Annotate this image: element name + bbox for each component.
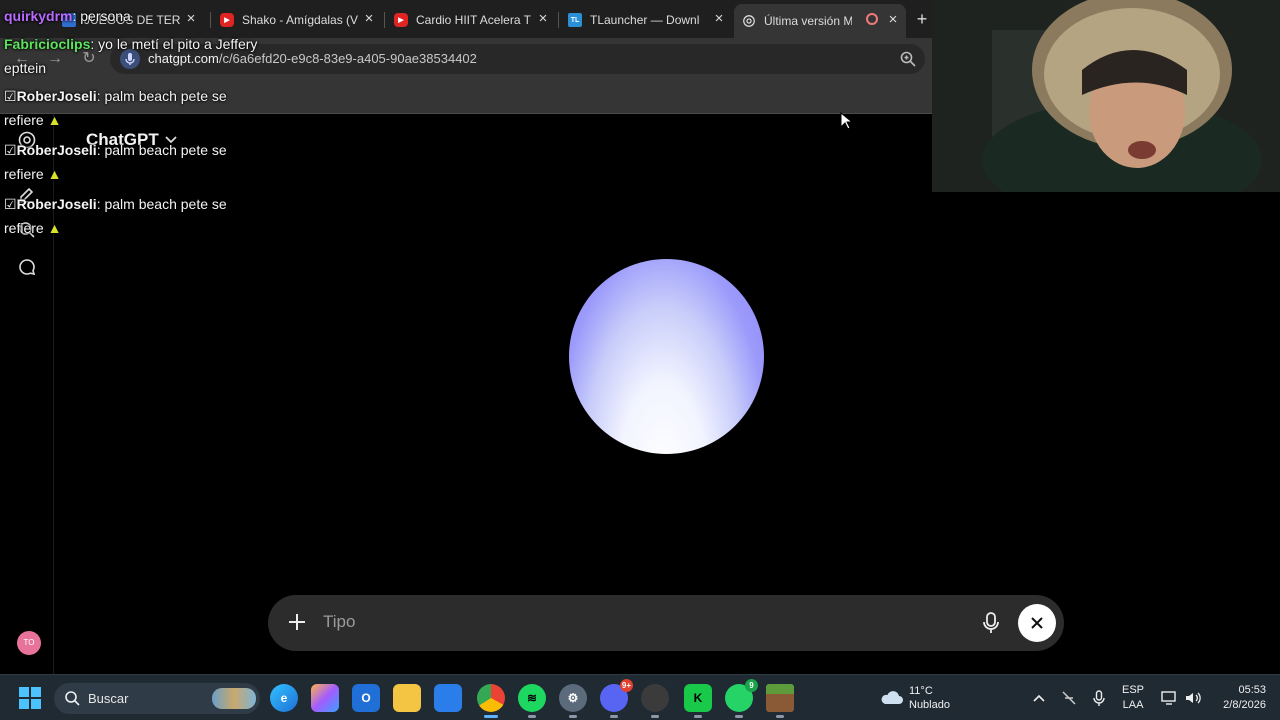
new-chat-icon[interactable] xyxy=(17,184,37,204)
taskbar-search[interactable]: Buscar xyxy=(54,683,260,714)
copilot-icon[interactable] xyxy=(311,684,339,712)
discord-icon[interactable]: 9+ xyxy=(600,679,633,718)
recording-app-icon[interactable] xyxy=(641,684,669,718)
file-explorer-icon[interactable] xyxy=(393,684,421,712)
clock-date: 2/8/2026 xyxy=(1223,699,1266,711)
close-tab-icon[interactable]: × xyxy=(886,12,900,27)
search-highlight-image xyxy=(212,688,256,709)
reload-icon[interactable]: ↻ xyxy=(80,50,98,68)
plus-icon[interactable] xyxy=(284,609,310,635)
browser-toolbar: ← → ↻ chatgpt.com/c/6a6efd20-e9c8-83e9-a… xyxy=(0,38,932,80)
url-host: chatgpt.com xyxy=(148,51,219,66)
muted-app-icon[interactable] xyxy=(1060,689,1078,707)
zoom-icon[interactable] xyxy=(899,50,917,68)
composer: Tipo xyxy=(268,595,1064,651)
tab-cardio[interactable]: ▶ Cardio HIIT Acelera T × xyxy=(386,6,556,34)
tab-divider xyxy=(210,12,211,28)
chatgpt-icon xyxy=(742,14,756,28)
spotify-icon[interactable]: ≋ xyxy=(518,684,546,718)
windows-taskbar: Buscar e O ≋ ⚙ 9+ K 9 11°C Nublado ESP L… xyxy=(0,674,1280,720)
new-tab-button[interactable]: + xyxy=(912,9,932,29)
tab-juegos[interactable]: JUEGOS DE TER × xyxy=(54,6,204,34)
windows-start-icon[interactable] xyxy=(18,686,42,710)
weather-widget[interactable]: 11°C Nublado xyxy=(878,684,998,714)
user-avatar[interactable]: TO xyxy=(17,631,41,655)
chevron-down-icon xyxy=(165,136,177,144)
cloud-icon xyxy=(881,691,903,704)
input-language[interactable]: ESP LAA xyxy=(1122,683,1144,713)
whatsapp-icon[interactable]: 9 xyxy=(725,679,758,718)
system-clock[interactable]: 05:53 2/8/2026 xyxy=(1206,683,1266,713)
youtube-icon: ▶ xyxy=(394,13,408,27)
tab-title: TLauncher — Downlo xyxy=(590,13,700,27)
edge-icon[interactable]: e xyxy=(270,684,298,712)
composer-input[interactable]: Tipo xyxy=(323,612,355,632)
tlauncher-icon: TL xyxy=(568,13,582,27)
kick-icon[interactable]: K xyxy=(684,684,712,718)
tab-favicon-blue xyxy=(62,13,76,27)
close-tab-icon[interactable]: × xyxy=(712,11,726,26)
chevron-up-icon[interactable] xyxy=(1030,689,1048,707)
site-info-icon[interactable] xyxy=(120,49,140,69)
browser-tab-strip: JUEGOS DE TER × ▶ Shako - Amígdalas (V ×… xyxy=(0,0,932,38)
search-icon xyxy=(65,691,80,706)
weather-condition: Nublado xyxy=(909,699,950,711)
network-icon[interactable] xyxy=(1160,689,1178,707)
search-label: Buscar xyxy=(88,691,129,706)
end-voice-button[interactable] xyxy=(1018,604,1056,642)
tab-divider xyxy=(384,12,385,28)
language-code: ESP xyxy=(1122,684,1145,696)
clock-time: 05:53 xyxy=(1238,684,1266,696)
streamer-camera-feed xyxy=(932,0,1280,192)
close-tab-icon[interactable]: × xyxy=(536,11,550,26)
outlook-icon[interactable]: O xyxy=(352,684,380,712)
keyboard-layout: LAA xyxy=(1122,699,1144,711)
tab-tlauncher[interactable]: TL TLauncher — Downlo × xyxy=(560,6,732,34)
microphone-icon[interactable] xyxy=(980,611,1002,635)
sidebar-rail: TO xyxy=(0,114,54,674)
bookmarks-bar xyxy=(0,80,932,114)
tab-title: Última versión Mi xyxy=(764,14,852,28)
forward-arrow-icon[interactable]: → xyxy=(46,50,64,68)
notification-badge: 9 xyxy=(745,679,758,692)
tab-chatgpt-active[interactable]: Última versión Mi × xyxy=(734,4,906,38)
microphone-icon[interactable] xyxy=(1090,689,1108,707)
tab-title: Cardio HIIT Acelera T xyxy=(416,13,531,27)
microsoft-store-icon[interactable] xyxy=(434,684,462,712)
webcam-overlay xyxy=(932,0,1280,192)
model-name: ChatGPT xyxy=(86,130,159,149)
model-picker[interactable]: ChatGPT xyxy=(86,130,177,150)
chat-bubble-icon[interactable] xyxy=(17,257,37,277)
mouse-cursor-icon xyxy=(840,112,852,130)
chatgpt-app: TO ChatGPT Tipo xyxy=(0,114,1280,674)
minecraft-icon[interactable] xyxy=(766,684,794,718)
url-text[interactable]: chatgpt.com/c/6a6efd20-e9c8-83e9-a405-90… xyxy=(148,51,477,66)
search-icon[interactable] xyxy=(17,220,37,240)
back-arrow-icon[interactable]: ← xyxy=(13,50,31,68)
tab-title: Shako - Amígdalas (V xyxy=(242,13,359,27)
voice-mode-orb xyxy=(569,259,764,454)
close-tab-icon[interactable]: × xyxy=(184,11,198,26)
recording-indicator-icon xyxy=(866,13,878,25)
tab-shako[interactable]: ▶ Shako - Amígdalas (V × xyxy=(212,6,382,34)
weather-temperature: 11°C xyxy=(909,685,933,697)
notification-badge: 9+ xyxy=(619,679,633,692)
tab-title: JUEGOS DE TER xyxy=(84,13,181,27)
volume-icon[interactable] xyxy=(1184,689,1202,707)
chrome-icon[interactable] xyxy=(477,684,505,718)
tab-divider xyxy=(558,12,559,28)
youtube-icon: ▶ xyxy=(220,13,234,27)
close-tab-icon[interactable]: × xyxy=(362,11,376,26)
address-bar[interactable]: chatgpt.com/c/6a6efd20-e9c8-83e9-a405-90… xyxy=(110,44,925,74)
settings-gear-icon[interactable]: ⚙ xyxy=(559,684,587,718)
close-icon xyxy=(1031,617,1043,629)
url-path: /c/6a6efd20-e9c8-83e9-a405-90ae38534402 xyxy=(218,51,477,66)
openai-logo-icon[interactable] xyxy=(17,130,37,150)
